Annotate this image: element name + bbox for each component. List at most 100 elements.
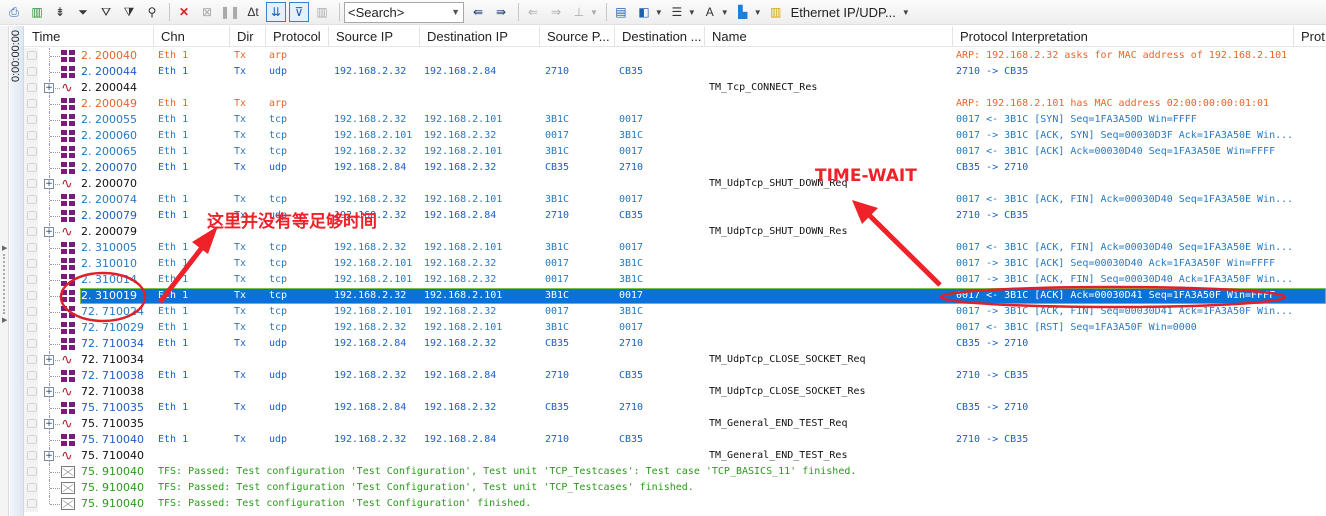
chevron-down-icon[interactable]: ▼: [688, 8, 696, 17]
pause-icon[interactable]: ❚❚: [220, 2, 240, 22]
comment-icon[interactable]: [27, 467, 37, 476]
comment-icon[interactable]: [27, 355, 37, 364]
search-input[interactable]: <Search>: [348, 5, 404, 20]
search-combobox[interactable]: <Search> ▼: [344, 1, 464, 23]
expand-toggle[interactable]: +: [44, 83, 54, 93]
trace-row[interactable]: 75. 710040 Eth 1 Tx udp 192.168.2.32 192.168.…: [24, 432, 1326, 448]
trace-row[interactable]: + ∿ 75. 710035 TM_General_END_TEST_Req: [24, 416, 1326, 432]
chevron-down-icon[interactable]: ▼: [590, 8, 598, 17]
column-header-dir[interactable]: Dir: [230, 26, 266, 47]
column-header-chn[interactable]: Chn: [154, 26, 230, 47]
expand-toggle[interactable]: +: [44, 387, 54, 397]
trace-row[interactable]: 2. 310010 Eth 1 Tx tcp 192.168.2.101 192.168.…: [24, 256, 1326, 272]
chevron-down-icon[interactable]: ▼: [754, 8, 762, 17]
trace-row[interactable]: 2. 310005 Eth 1 Tx tcp 192.168.2.32 192.168.2…: [24, 240, 1326, 256]
trace-row[interactable]: 2. 200060 Eth 1 Tx tcp 192.168.2.101 192.168.…: [24, 128, 1326, 144]
expand-toggle[interactable]: +: [44, 227, 54, 237]
comment-icon[interactable]: [27, 371, 37, 380]
trace-row[interactable]: 72. 710034 Eth 1 Tx udp 192.168.2.84 192.168.…: [24, 336, 1326, 352]
forward-icon[interactable]: ⇒: [546, 2, 566, 22]
trace-row[interactable]: 75. 710035 Eth 1 Tx udp 192.168.2.84 192.168.…: [24, 400, 1326, 416]
comment-icon[interactable]: [27, 387, 37, 396]
trace-row[interactable]: 2. 200070 Eth 1 Tx udp 192.168.2.84 192.168.2…: [24, 160, 1326, 176]
trace-row[interactable]: 75. 910040 TFS: Passed: Test configuratio…: [24, 480, 1326, 496]
chevron-down-icon[interactable]: ▼: [655, 8, 663, 17]
find-previous-icon[interactable]: ⇚: [468, 2, 488, 22]
chevron-down-icon[interactable]: ▼: [721, 8, 729, 17]
marker-icon[interactable]: ⊥: [569, 2, 589, 22]
comment-icon[interactable]: [27, 195, 37, 204]
splitter-gutter[interactable]: ▶ ▶: [0, 26, 9, 516]
find-icon[interactable]: ⚲: [142, 2, 162, 22]
column-header-time[interactable]: Time: [24, 26, 154, 47]
expand-left-icon[interactable]: ▶: [2, 244, 7, 252]
comment-icon[interactable]: [27, 115, 37, 124]
back-icon[interactable]: ⇐: [523, 2, 543, 22]
comment-icon[interactable]: [27, 179, 37, 188]
trace-row[interactable]: + ∿ 75. 710040 TM_General_END_TEST_Res: [24, 448, 1326, 464]
comment-icon[interactable]: [27, 339, 37, 348]
comment-icon[interactable]: [27, 67, 37, 76]
column-header-protocol-interpretation[interactable]: Protocol Interpretation: [953, 26, 1294, 47]
comment-icon[interactable]: [27, 323, 37, 332]
protocol-view-icon[interactable]: ▥: [766, 2, 786, 22]
expand-icon[interactable]: ⇟: [50, 2, 70, 22]
comment-icon[interactable]: [27, 243, 37, 252]
comment-icon[interactable]: [27, 131, 37, 140]
trace-row[interactable]: 2. 310019 Eth 1 Tx tcp 192.168.2.32 192.168.2…: [24, 288, 1326, 304]
comment-icon[interactable]: [27, 83, 37, 92]
comment-icon[interactable]: [27, 451, 37, 460]
comment-icon[interactable]: [27, 291, 37, 300]
comment-icon[interactable]: [27, 259, 37, 268]
comment-icon[interactable]: [27, 99, 37, 108]
trace-row[interactable]: + ∿ 72. 710038 TM_UdpTcp_CLOSE_SOCKET_Res: [24, 384, 1326, 400]
column-header-source-ip[interactable]: Source IP: [329, 26, 420, 47]
comment-icon[interactable]: [27, 163, 37, 172]
font-size-icon[interactable]: A: [700, 2, 720, 22]
comment-icon[interactable]: [27, 483, 37, 492]
comment-icon[interactable]: [27, 435, 37, 444]
trace-row[interactable]: 2. 200044 Eth 1 Tx udp 192.168.2.32 192.168.2…: [24, 64, 1326, 80]
export-icon[interactable]: ⎙: [4, 2, 24, 22]
column-icon[interactable]: ▥: [312, 2, 332, 22]
expand-toggle[interactable]: +: [44, 355, 54, 365]
trace-row[interactable]: 2. 200074 Eth 1 Tx tcp 192.168.2.32 192.168.2…: [24, 192, 1326, 208]
trace-row[interactable]: 2. 200055 Eth 1 Tx tcp 192.168.2.32 192.168.2…: [24, 112, 1326, 128]
expand-left-icon[interactable]: ▶: [2, 316, 7, 324]
filter-view-icon[interactable]: ⊽: [289, 2, 309, 22]
column-header-name[interactable]: Name: [705, 26, 953, 47]
comment-icon[interactable]: [27, 403, 37, 412]
comment-icon[interactable]: [27, 51, 37, 60]
comment-icon[interactable]: [27, 499, 37, 508]
chevron-down-icon[interactable]: ▼: [451, 7, 460, 17]
trace-row[interactable]: 72. 710024 Eth 1 Tx tcp 192.168.2.101 192.168…: [24, 304, 1326, 320]
column-header-source-port[interactable]: Source P...: [540, 26, 615, 47]
autoscroll-icon[interactable]: ⇊: [266, 2, 286, 22]
window-color-icon[interactable]: ◧: [634, 2, 654, 22]
window-layout-icon[interactable]: ▤: [611, 2, 631, 22]
comment-icon[interactable]: [27, 227, 37, 236]
trace-row[interactable]: 72. 710029 Eth 1 Tx tcp 192.168.2.32 192.168.…: [24, 320, 1326, 336]
comment-icon[interactable]: [27, 419, 37, 428]
trace-row[interactable]: 75. 910040 TFS: Passed: Test configuratio…: [24, 464, 1326, 480]
protocol-selector[interactable]: Ethernet IP/UDP...: [791, 5, 896, 20]
trace-row[interactable]: 72. 710038 Eth 1 Tx udp 192.168.2.32 192.168.…: [24, 368, 1326, 384]
column-header-protocol[interactable]: Protocol: [266, 26, 329, 47]
filter-icon[interactable]: ⏷: [73, 2, 93, 22]
color-scheme-icon[interactable]: ▙: [733, 2, 753, 22]
delta-time-icon[interactable]: Δt: [243, 2, 263, 22]
clear-filter-icon[interactable]: ⊠: [197, 2, 217, 22]
trace-row[interactable]: 75. 910040 TFS: Passed: Test configuratio…: [24, 496, 1326, 512]
expand-toggle[interactable]: +: [44, 179, 54, 189]
line-style-icon[interactable]: ☰: [667, 2, 687, 22]
statistics-icon[interactable]: ▥: [27, 2, 47, 22]
trace-row[interactable]: + ∿ 72. 710034 TM_UdpTcp_CLOSE_SOCKET_Req: [24, 352, 1326, 368]
comment-icon[interactable]: [27, 275, 37, 284]
expand-toggle[interactable]: +: [44, 419, 54, 429]
comment-icon[interactable]: [27, 147, 37, 156]
trace-row[interactable]: + ∿ 2. 200044 TM_Tcp_CONNECT_Res: [24, 80, 1326, 96]
column-header-protocol-extra[interactable]: Prot: [1294, 26, 1326, 47]
comment-icon[interactable]: [27, 307, 37, 316]
trace-row[interactable]: 2. 200040 Eth 1 Tx arp ARP: 192.168.2.32 ask…: [24, 48, 1326, 64]
delete-icon[interactable]: ✕: [174, 2, 194, 22]
